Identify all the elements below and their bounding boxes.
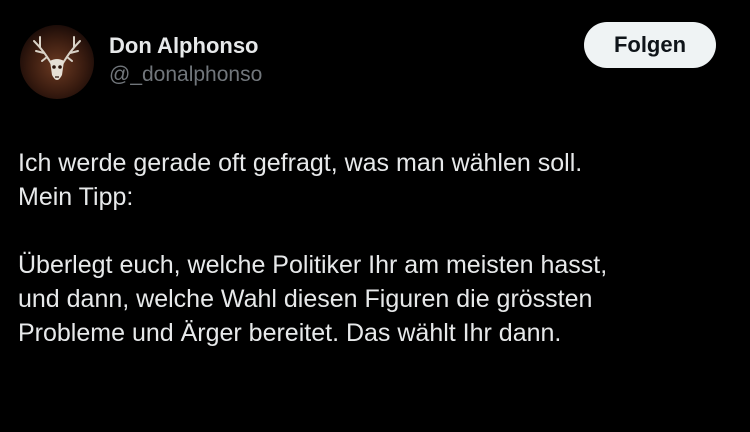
tweet-text-line: Überlegt euch, welche Politiker Ihr am m… — [18, 251, 608, 279]
display-name[interactable]: Don Alphonso — [109, 32, 262, 60]
tweet-text-line: Probleme und Ärger bereitet. Das wählt I… — [18, 319, 562, 347]
tweet-card: Don Alphonso @_donalphonso Folgen Ich we… — [0, 0, 750, 432]
tweet-text-line: Ich werde gerade oft gefragt, was man wä… — [18, 149, 583, 177]
tweet-text: Ich werde gerade oft gefragt, was man wä… — [18, 146, 738, 350]
avatar[interactable] — [20, 25, 94, 99]
tweet-text-line: Mein Tipp: — [18, 183, 134, 211]
follow-button[interactable]: Folgen — [584, 22, 716, 68]
user-handle[interactable]: @_donalphonso — [109, 62, 262, 88]
tweet-text-line: und dann, welche Wahl diesen Figuren die… — [18, 285, 593, 313]
user-info: Don Alphonso @_donalphonso — [109, 32, 262, 88]
stag-skull-icon — [20, 25, 94, 99]
